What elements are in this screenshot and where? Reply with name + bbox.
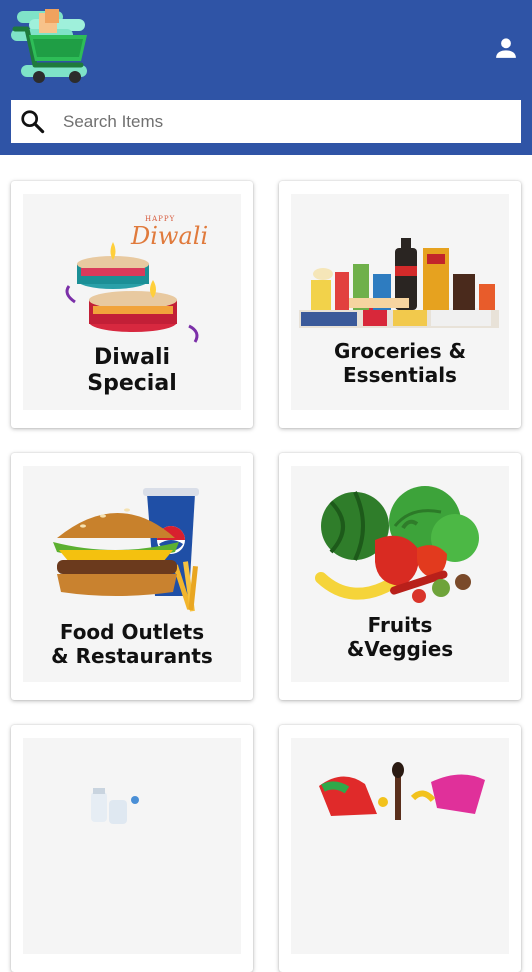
category-card-6[interactable] xyxy=(279,725,521,972)
category-title: Food Outlets & Restaurants xyxy=(51,620,213,668)
diwali-script-label: Diwali xyxy=(131,222,209,250)
category-card-fruits-veggies[interactable]: Fruits &Veggies xyxy=(279,453,521,700)
search-input[interactable] xyxy=(63,100,513,143)
category-card-5[interactable] xyxy=(11,725,253,972)
category-title: Fruits &Veggies xyxy=(346,613,454,661)
category-image-diwali: HAPPY Diwali Diwali Special xyxy=(23,194,241,410)
category-image-food: Food Outlets & Restaurants xyxy=(23,466,241,682)
search-bar xyxy=(11,100,521,143)
category-card-diwali-special[interactable]: HAPPY Diwali Diwali Special xyxy=(11,181,253,428)
account-icon[interactable] xyxy=(492,34,520,62)
category-title: Groceries & Essentials xyxy=(333,339,467,387)
category-image-6 xyxy=(291,738,509,954)
shopping-cart-logo-icon[interactable] xyxy=(11,9,91,86)
category-image-fruits: Fruits &Veggies xyxy=(291,466,509,682)
app-bar xyxy=(0,0,532,155)
category-image-groceries: Groceries & Essentials xyxy=(291,194,509,410)
category-card-food-outlets-restaurants[interactable]: Food Outlets & Restaurants xyxy=(11,453,253,700)
category-image-5 xyxy=(23,738,241,954)
category-card-groceries-essentials[interactable]: Groceries & Essentials xyxy=(279,181,521,428)
category-title: Diwali Special xyxy=(87,345,177,396)
search-icon[interactable] xyxy=(19,108,46,135)
